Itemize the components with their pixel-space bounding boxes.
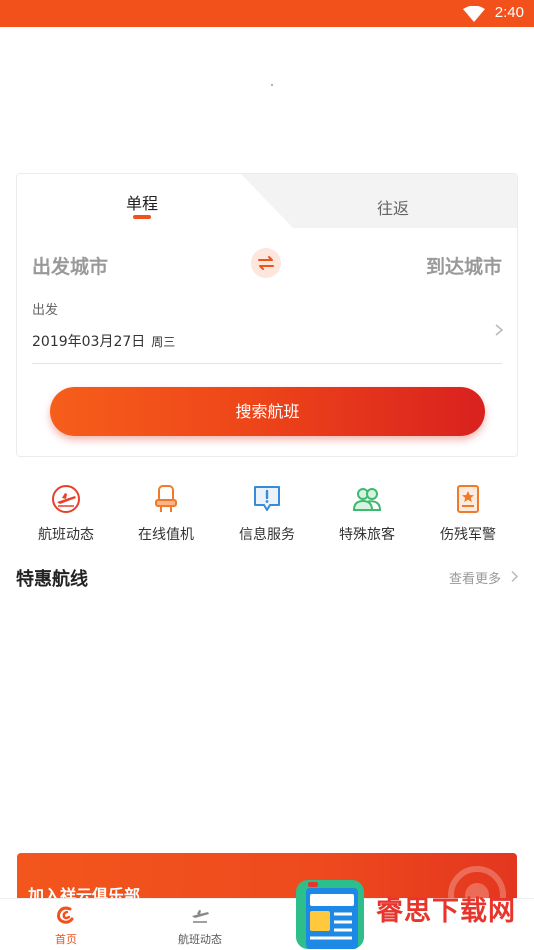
service-label: 特殊旅客 (339, 527, 395, 543)
service-label: 信息服务 (239, 527, 295, 543)
status-bar: 2:40 (0, 0, 534, 27)
nav-label: 航班动态 (178, 933, 222, 946)
depart-date-label: 出发 (32, 303, 59, 318)
nav-flight-status[interactable]: 航班动态 (160, 904, 240, 947)
nav-home[interactable]: 首页 (26, 904, 106, 947)
nav-label: 首页 (55, 933, 77, 946)
home-logo-icon (57, 906, 74, 924)
swap-cities-button[interactable] (251, 248, 281, 278)
view-more-link[interactable]: 查看更多 (449, 568, 501, 587)
wifi-icon (463, 6, 485, 22)
service-online-checkin[interactable]: 在线值机 (116, 483, 216, 544)
service-label: 伤残军警 (440, 527, 496, 543)
section-title: 特惠航线 (16, 569, 88, 590)
tab-active-indicator (133, 215, 151, 219)
chevron-right-icon[interactable] (510, 570, 519, 583)
swap-arrows-icon (258, 256, 274, 270)
tab-one-way[interactable]: 单程 (82, 190, 202, 214)
tab-round-trip[interactable]: 往返 (333, 195, 453, 219)
flight-search-card: 单程 往返 出发城市 到达城市 出发 2019年03月27日 周三 搜索航班 (16, 173, 518, 457)
status-time: 2:40 (494, 4, 524, 21)
service-flight-status[interactable]: 航班动态 (16, 483, 116, 544)
watermark-logo-icon (296, 880, 364, 949)
date-divider (32, 363, 502, 364)
search-flights-button[interactable]: 搜索航班 (50, 387, 485, 436)
military-police-icon (457, 485, 479, 513)
service-label: 在线值机 (138, 527, 194, 543)
departure-city[interactable]: 出发城市 (32, 252, 108, 279)
service-label: 航班动态 (38, 527, 94, 543)
watermark-text: 睿思下载网 (376, 896, 516, 927)
plane-icon (192, 910, 209, 923)
depart-weekday: 周三 (151, 335, 176, 349)
flight-status-icon (52, 485, 80, 513)
service-info[interactable]: 信息服务 (217, 483, 317, 544)
info-service-icon (254, 486, 280, 511)
service-military-police[interactable]: 伤残军警 (418, 483, 518, 544)
special-passenger-icon (352, 488, 382, 511)
depart-date-field[interactable]: 2019年03月27日 周三 (32, 331, 175, 351)
chevron-right-icon[interactable] (493, 323, 505, 337)
seat-checkin-icon (155, 485, 177, 512)
loading-dot (271, 84, 273, 86)
arrival-city[interactable]: 到达城市 (426, 252, 502, 279)
service-special-passenger[interactable]: 特殊旅客 (317, 483, 417, 544)
depart-date-value: 2019年03月27日 (32, 334, 146, 350)
